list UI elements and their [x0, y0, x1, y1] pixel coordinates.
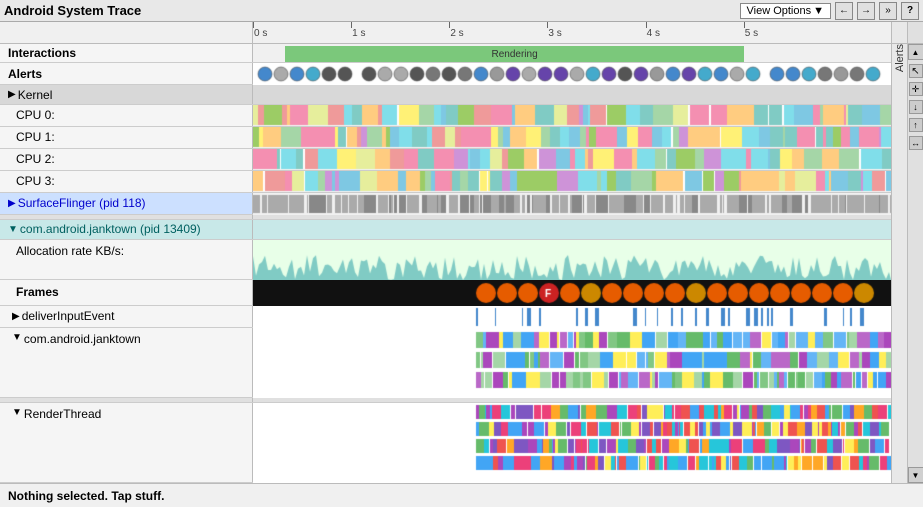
janktown-section[interactable]: ▼ com.android.janktown (pid 13409) [0, 220, 891, 239]
frames-content[interactable] [253, 280, 891, 305]
deliver-input-content[interactable] [253, 306, 891, 327]
cpu2-label: CPU 2: [0, 149, 253, 170]
alerts-content[interactable] [253, 63, 891, 84]
alerts-sidebar-label: Alerts [894, 44, 906, 76]
cpu1-content[interactable] [253, 127, 891, 148]
cpu3-label: CPU 3: [0, 171, 253, 192]
alerts-row: Alerts [0, 63, 891, 85]
kernel-label: ▶ Kernel [0, 85, 253, 103]
frames-row: Frames [0, 280, 891, 306]
deliver-canvas [253, 306, 891, 328]
toolbar-right: View Options ▼ ← → » ? [740, 2, 920, 20]
cpu2-canvas [253, 149, 891, 171]
janktown-trace-row: ▼ com.android.janktown [0, 328, 891, 398]
janktown-trace-arrow[interactable]: ▼ [12, 332, 22, 343]
fit-icon[interactable]: ↔ [909, 136, 923, 150]
tick-5s: 5 s [744, 22, 758, 39]
janktown-canvas [253, 328, 891, 398]
render-thread-arrow[interactable]: ▼ [12, 407, 22, 418]
cpu3-canvas [253, 171, 891, 193]
cpu1-label: CPU 1: [0, 127, 253, 148]
allocation-rate-label: Allocation rate KB/s: [0, 240, 253, 279]
trace-rows[interactable]: Interactions Rendering Alerts [0, 44, 891, 483]
pan-icon[interactable]: ✛ [909, 82, 923, 96]
cpu2-content[interactable] [253, 149, 891, 170]
janktown-content [253, 220, 891, 238]
janktown-expand-arrow[interactable]: ▼ [8, 224, 18, 235]
app-title: Android System Trace [4, 3, 141, 18]
status-bar: Nothing selected. Tap stuff. [0, 483, 923, 507]
cpu3-content[interactable] [253, 171, 891, 192]
cursor-icon[interactable]: ↖ [909, 64, 923, 78]
render-thread-label: ▼ RenderThread [0, 403, 253, 482]
interactions-label: Interactions [0, 44, 253, 62]
render-thread-row: ▼ RenderThread [0, 403, 891, 483]
deliver-input-row: ▶ deliverInputEvent [0, 306, 891, 328]
cpu0-label: CPU 0: [0, 105, 253, 126]
cpu2-row: CPU 2: [0, 149, 891, 171]
tick-3s: 3 s [547, 22, 561, 39]
frames-canvas [253, 280, 891, 306]
alerts-sidebar: Alerts [891, 44, 907, 483]
ruler-ticks: 0 s 1 s 2 s 3 s 4 s 5 s [253, 22, 891, 43]
view-options-button[interactable]: View Options ▼ [740, 3, 832, 19]
interactions-content[interactable]: Rendering [253, 44, 891, 62]
tick-0s: 0 s [253, 22, 267, 39]
nav-expand-button[interactable]: » [879, 2, 897, 20]
surfaceflinger-section[interactable]: ▶ SurfaceFlinger (pid 118) [0, 193, 891, 215]
deliver-input-arrow[interactable]: ▶ [12, 311, 20, 322]
deliver-input-label: ▶ deliverInputEvent [0, 306, 253, 327]
allocation-rate-row: Allocation rate KB/s: [0, 240, 891, 280]
tick-1s: 1 s [351, 22, 365, 39]
zoom-down-icon[interactable]: ↓ [909, 100, 923, 114]
cpu1-row: CPU 1: [0, 127, 891, 149]
surfaceflinger-label: ▶ SurfaceFlinger (pid 118) [0, 193, 253, 214]
ruler-scrollbar-spacer [907, 22, 923, 43]
kernel-content [253, 85, 891, 103]
frames-label: Frames [0, 280, 253, 305]
render-canvas [253, 403, 891, 483]
alerts-canvas [253, 63, 891, 85]
surfaceflinger-content[interactable] [253, 193, 891, 214]
kernel-section[interactable]: ▶ Kernel [0, 85, 891, 104]
kernel-expand-arrow[interactable]: ▶ [8, 89, 16, 100]
allocation-rate-content[interactable] [253, 240, 891, 279]
nav-forward-button[interactable]: → [857, 2, 875, 20]
surfaceflinger-expand-arrow[interactable]: ▶ [8, 198, 16, 209]
title-bar: Android System Trace View Options ▼ ← → … [0, 0, 923, 22]
janktown-trace-content[interactable] [253, 328, 891, 397]
cpu0-row: CPU 0: [0, 105, 891, 127]
cpu3-row: CPU 3: [0, 171, 891, 193]
janktown-trace-label: ▼ com.android.janktown [0, 328, 253, 397]
nav-back-button[interactable]: ← [835, 2, 853, 20]
tick-2s: 2 s [449, 22, 463, 39]
scrollbar-down-btn[interactable]: ▼ [908, 467, 923, 483]
ruler-label-spacer [0, 22, 253, 43]
cpu1-canvas [253, 127, 891, 149]
scrollbar-up-btn[interactable]: ▲ [908, 44, 923, 60]
scrollbar-tools: ↖ ✛ ↓ ↑ ↔ [909, 60, 923, 467]
zoom-up-icon[interactable]: ↑ [909, 118, 923, 132]
interactions-row: Interactions Rendering [0, 44, 891, 63]
ruler-sidebar-spacer [891, 22, 907, 43]
scrollbar[interactable]: ▲ ↖ ✛ ↓ ↑ ↔ ▼ [907, 44, 923, 483]
tick-4s: 4 s [646, 22, 660, 39]
alloc-canvas [253, 240, 891, 280]
render-thread-content[interactable] [253, 403, 891, 482]
cpu0-content[interactable] [253, 105, 891, 126]
sf-canvas [253, 193, 891, 215]
cpu0-canvas [253, 105, 891, 127]
janktown-label: ▼ com.android.janktown (pid 13409) [0, 220, 253, 238]
rendering-bar: Rendering [285, 46, 744, 62]
status-message: Nothing selected. Tap stuff. [8, 489, 164, 503]
alerts-label: Alerts [0, 63, 253, 84]
help-button[interactable]: ? [901, 2, 919, 20]
